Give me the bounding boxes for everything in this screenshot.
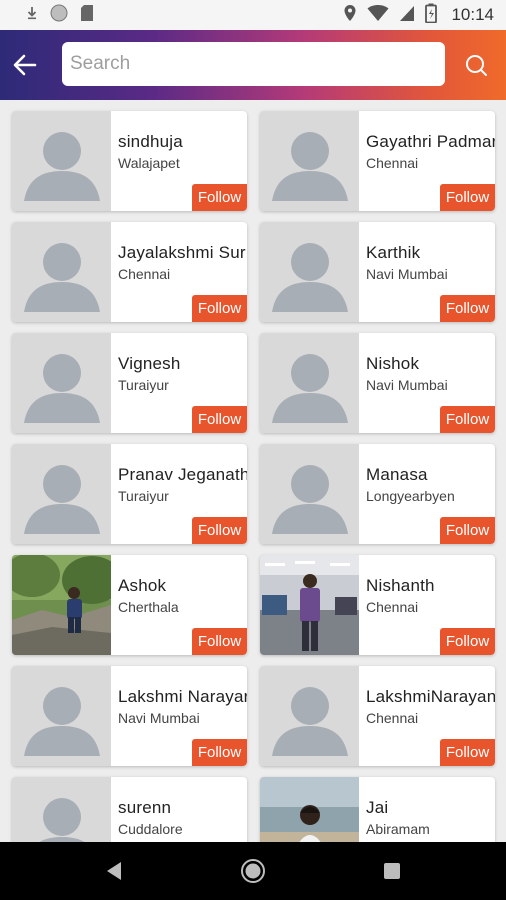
follow-button[interactable]: Follow <box>440 406 495 433</box>
avatar-placeholder-icon <box>260 444 359 544</box>
avatar-photo <box>260 555 359 655</box>
user-city: Turaiyur <box>118 488 169 504</box>
user-name: Lakshmi Narayar <box>118 687 247 706</box>
user-card[interactable]: Vignesh Turaiyur Follow <box>12 333 247 433</box>
user-card[interactable]: Karthik Navi Mumbai Follow <box>260 222 495 322</box>
user-name: Manasa <box>366 465 428 484</box>
user-grid: sindhuja Walajapet Follow Gayathri Padmar Ch… <box>0 100 506 842</box>
circle-icon <box>50 4 68 27</box>
navigation-bar <box>0 842 506 900</box>
avatar-placeholder-icon <box>12 111 111 211</box>
avatar-photo <box>260 777 359 842</box>
sd-card-icon <box>80 4 94 27</box>
wifi-icon <box>367 4 389 27</box>
user-city: Chennai <box>118 266 171 282</box>
arrow-left-icon <box>13 54 37 76</box>
nav-home-button[interactable] <box>238 856 268 886</box>
search-input[interactable] <box>62 42 445 86</box>
user-city: Navi Mumbai <box>366 377 448 393</box>
avatar-placeholder-icon <box>12 333 111 433</box>
search-button[interactable] <box>458 47 494 83</box>
follow-button[interactable]: Follow <box>440 517 495 544</box>
user-name: Karthik <box>366 243 421 262</box>
user-card[interactable]: sindhuja Walajapet Follow <box>12 111 247 211</box>
user-name: Nishok <box>366 354 420 373</box>
user-name: Jayalakshmi Sur <box>118 243 246 262</box>
user-card[interactable]: Jayalakshmi Sur Chennai Follow <box>12 222 247 322</box>
follow-button[interactable]: Follow <box>192 295 247 322</box>
user-name: Gayathri Padmar <box>366 132 495 151</box>
avatar-placeholder-icon <box>12 666 111 766</box>
user-card[interactable]: Gayathri Padmar Chennai Follow <box>260 111 495 211</box>
home-circle-icon <box>241 859 265 883</box>
status-bar: 10:14 <box>0 0 506 30</box>
follow-button[interactable]: Follow <box>192 406 247 433</box>
user-city: Chennai <box>366 155 419 171</box>
avatar-placeholder-icon <box>260 222 359 322</box>
user-card[interactable]: Manasa Longyearbyen Follow <box>260 444 495 544</box>
user-name: surenn <box>118 798 172 817</box>
user-card[interactable]: JaiAbiramamFollow <box>260 777 495 842</box>
location-icon <box>343 4 357 27</box>
download-icon <box>26 6 38 25</box>
user-city: Navi Mumbai <box>118 710 200 726</box>
follow-button[interactable]: Follow <box>192 517 247 544</box>
avatar-placeholder-icon <box>260 666 359 766</box>
avatar-placeholder-icon <box>12 444 111 544</box>
user-name: sindhuja <box>118 132 183 151</box>
user-city: Cuddalore <box>118 821 183 837</box>
follow-button[interactable]: Follow <box>192 628 247 655</box>
battery-icon <box>425 3 438 28</box>
user-card[interactable]: Ashok Cherthala Follow <box>12 555 247 655</box>
search-icon <box>466 55 487 76</box>
avatar-placeholder-icon <box>260 111 359 211</box>
user-city: Chennai <box>366 599 419 615</box>
back-button[interactable] <box>0 30 50 100</box>
follow-button[interactable]: Follow <box>440 295 495 322</box>
user-name: Vignesh <box>118 354 181 373</box>
user-card[interactable]: Lakshmi Narayar Navi Mumbai Follow <box>12 666 247 766</box>
recents-square-icon <box>384 863 400 879</box>
user-name: Pranav Jeganath <box>118 465 247 484</box>
user-card[interactable]: Pranav Jeganath Turaiyur Follow <box>12 444 247 544</box>
user-city: Walajapet <box>118 155 180 171</box>
user-card[interactable]: LakshmiNarayan Chennai Follow <box>260 666 495 766</box>
avatar-placeholder-icon <box>12 222 111 322</box>
user-city: Longyearbyen <box>366 488 455 504</box>
user-city: Turaiyur <box>118 377 169 393</box>
user-city: Cherthala <box>118 599 179 615</box>
avatar-placeholder-icon <box>260 333 359 433</box>
clock: 10:14 <box>451 5 494 24</box>
user-name: Jai <box>366 798 389 817</box>
nav-recents-button[interactable] <box>377 856 407 886</box>
user-card[interactable]: Nishok Navi Mumbai Follow <box>260 333 495 433</box>
search-toolbar <box>0 30 506 100</box>
user-city: Navi Mumbai <box>366 266 448 282</box>
back-triangle-icon <box>107 862 121 880</box>
follow-button[interactable]: Follow <box>192 739 247 766</box>
user-name: LakshmiNarayan <box>366 687 495 706</box>
user-city: Abiramam <box>366 821 430 837</box>
follow-button[interactable]: Follow <box>440 184 495 211</box>
user-city: Chennai <box>366 710 419 726</box>
user-name: Ashok <box>118 576 167 595</box>
follow-button[interactable]: Follow <box>440 628 495 655</box>
signal-icon <box>399 4 415 27</box>
avatar-placeholder-icon <box>12 777 111 842</box>
user-card[interactable]: surennCuddaloreFollow <box>12 777 247 842</box>
avatar-photo <box>12 555 111 655</box>
follow-button[interactable]: Follow <box>440 739 495 766</box>
nav-back-button[interactable] <box>99 856 129 886</box>
follow-button[interactable]: Follow <box>192 184 247 211</box>
user-name: Nishanth <box>366 576 435 595</box>
user-card[interactable]: Nishanth Chennai Follow <box>260 555 495 655</box>
